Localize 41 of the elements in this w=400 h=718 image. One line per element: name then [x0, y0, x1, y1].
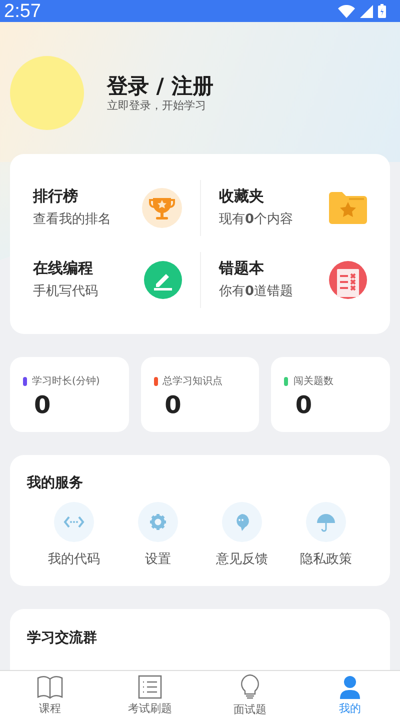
feature-title[interactable]: 排行榜 [33, 186, 111, 206]
service-item[interactable]: 设置 [116, 502, 200, 570]
tab-item[interactable]: 面试题 [200, 671, 300, 718]
feature-subtitle: 查看我的排名 [33, 211, 111, 229]
status-time: 2:57 [4, 2, 41, 20]
feature-subtitle: 手机写代码 [33, 283, 98, 301]
stat-value: 0 [294, 391, 314, 419]
feature-title[interactable]: 错题本 [219, 258, 294, 278]
umbrella-icon [306, 502, 346, 542]
battery-icon [378, 4, 386, 18]
stat-label: 总学习知识点 [162, 374, 223, 389]
book-icon [37, 674, 63, 698]
speech-bubble-icon [222, 502, 262, 542]
login-register-title[interactable]: 登录 / 注册 [107, 73, 214, 99]
trophy-icon [142, 188, 182, 228]
signal-icon [360, 4, 373, 18]
code-icon [54, 502, 94, 542]
feature-subtitle: 现有0个内容 [219, 211, 294, 229]
stat-label: 闯关题数 [293, 374, 334, 389]
feature-title[interactable]: 在线编程 [33, 258, 98, 278]
tab-item[interactable]: 课程 [0, 671, 100, 718]
settings-icon [138, 502, 178, 542]
wifi-icon [338, 4, 355, 18]
service-item[interactable]: 我的代码 [32, 502, 116, 570]
stat-value: 0 [164, 391, 182, 419]
stat-label: 学习时长(分钟) [32, 374, 100, 389]
folder-star-icon [329, 191, 367, 225]
feature-title[interactable]: 收藏夹 [219, 186, 294, 206]
login-subtitle: 立即登录，开始学习 [107, 99, 207, 113]
tab-item[interactable]: 考试刷题 [100, 671, 200, 718]
service-item[interactable]: 隐私政策 [284, 502, 368, 570]
lightbulb-icon [239, 674, 261, 700]
list-icon [138, 674, 162, 698]
section-title: 我的服务 [27, 474, 84, 493]
stat-value: 0 [33, 391, 52, 419]
person-icon [339, 674, 361, 698]
feature-subtitle: 你有0道错题 [219, 283, 294, 301]
notebook-icon [329, 261, 367, 299]
service-item[interactable]: 意见反馈 [200, 502, 284, 570]
pencil-icon [144, 261, 182, 299]
section-title: 学习交流群 [27, 628, 98, 648]
